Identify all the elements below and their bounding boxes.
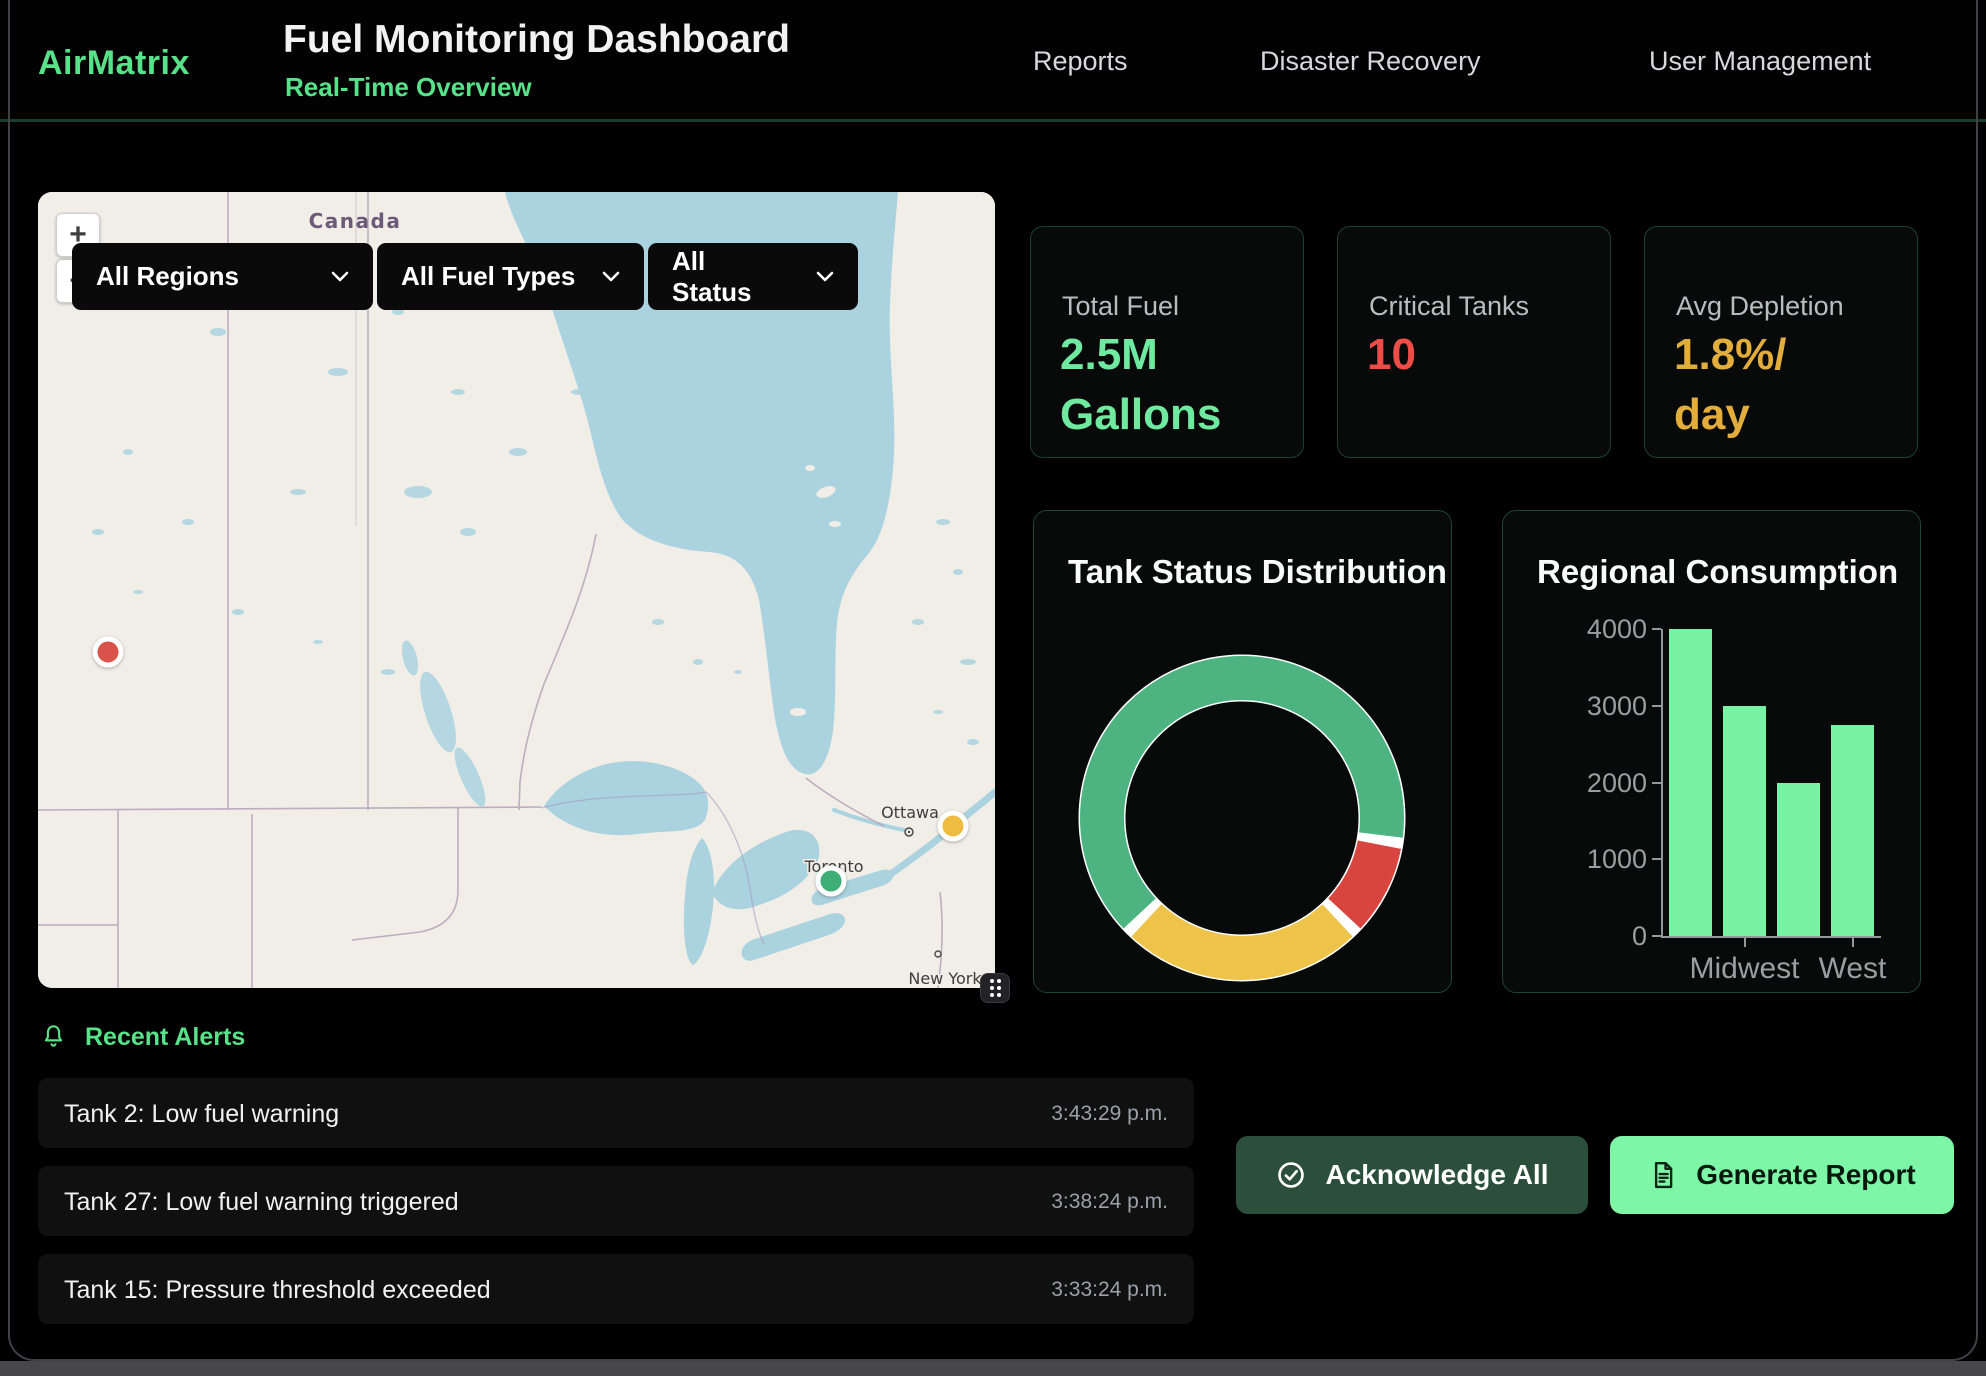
- nav-item-reports[interactable]: Reports: [1033, 46, 1128, 77]
- map-marker-critical[interactable]: [93, 637, 124, 668]
- map-filter-bar: All Regions All Fuel Types All Status: [72, 243, 858, 310]
- fuel-monitoring-dashboard: AirMatrix Fuel Monitoring Dashboard Real…: [0, 0, 1986, 1376]
- stat-value-avg-depletion: 1.8%/day: [1674, 325, 1787, 445]
- alert-timestamp: 3:43:29 p.m.: [1051, 1102, 1168, 1126]
- map-marker-normal[interactable]: [816, 866, 847, 897]
- regional-consumption-card: Regional Consumption 01000200030004000Mi…: [1502, 510, 1921, 993]
- bar-west[interactable]: [1831, 725, 1874, 936]
- alert-message: Tank 2: Low fuel warning: [64, 1100, 339, 1129]
- alert-message: Tank 27: Low fuel warning triggered: [64, 1188, 459, 1217]
- map-marker-warning[interactable]: [938, 811, 969, 842]
- alert-timestamp: 3:38:24 p.m.: [1051, 1190, 1168, 1214]
- stat-card-avg-depletion: Avg Depletion 1.8%/day: [1644, 226, 1918, 458]
- page-subtitle: Real-Time Overview: [285, 72, 532, 103]
- generate-report-button[interactable]: Generate Report: [1610, 1136, 1954, 1214]
- stat-card-critical-tanks: Critical Tanks 10: [1337, 226, 1611, 458]
- nav-item-user-management[interactable]: User Management: [1649, 46, 1871, 77]
- x-axis-line: [1661, 936, 1881, 938]
- city-label-new-york: New York: [908, 969, 982, 988]
- stat-card-total-fuel: Total Fuel 2.5MGallons: [1030, 226, 1304, 458]
- fuel-type-filter-dropdown[interactable]: All Fuel Types: [377, 243, 644, 310]
- stat-value-critical-tanks: 10: [1367, 325, 1416, 385]
- alert-message: Tank 15: Pressure threshold exceeded: [64, 1276, 491, 1305]
- x-axis-tick: [1744, 938, 1746, 947]
- bar-south[interactable]: [1777, 783, 1820, 937]
- stat-value-total-fuel: 2.5MGallons: [1060, 325, 1221, 445]
- y-axis-line: [1661, 629, 1663, 938]
- bar-northeast[interactable]: [1669, 629, 1712, 936]
- y-axis-tick-label: 2000: [1545, 768, 1647, 799]
- region-filter-value: All Regions: [96, 261, 239, 292]
- bottom-bar: [0, 1361, 1986, 1376]
- alert-timestamp: 3:33:24 p.m.: [1051, 1278, 1168, 1302]
- alert-row[interactable]: Tank 27: Low fuel warning triggered 3:38…: [38, 1166, 1194, 1236]
- nav-item-disaster-recovery[interactable]: Disaster Recovery: [1260, 46, 1481, 77]
- alert-row[interactable]: Tank 2: Low fuel warning 3:43:29 p.m.: [38, 1078, 1194, 1148]
- y-axis-tick: [1652, 858, 1661, 860]
- country-label-canada: Canada: [309, 209, 402, 233]
- stat-label: Avg Depletion: [1676, 291, 1844, 322]
- chevron-down-icon: [305, 271, 349, 282]
- y-axis-tick: [1652, 705, 1661, 707]
- acknowledge-all-button[interactable]: Acknowledge All: [1236, 1136, 1588, 1214]
- top-navigation-bar: AirMatrix Fuel Monitoring Dashboard Real…: [0, 0, 1986, 122]
- chevron-down-icon: [790, 271, 834, 282]
- y-axis-tick-label: 1000: [1545, 844, 1647, 875]
- y-axis-tick: [1652, 628, 1661, 630]
- y-axis-tick: [1652, 935, 1661, 937]
- x-axis-tick-label: West: [1778, 952, 1922, 986]
- basemap-canada: Canada Ottawa Toronto New York: [38, 192, 995, 988]
- fuel-type-filter-value: All Fuel Types: [401, 261, 575, 292]
- page-title: Fuel Monitoring Dashboard: [283, 18, 790, 62]
- recent-alerts-title: Recent Alerts: [85, 1023, 245, 1052]
- y-axis-tick: [1652, 782, 1661, 784]
- y-axis-tick-label: 4000: [1545, 614, 1647, 645]
- fuel-tank-map[interactable]: Canada Ottawa Toronto New York − + All R…: [38, 192, 995, 988]
- city-label-ottawa: Ottawa: [881, 803, 939, 822]
- map-resize-grip-icon[interactable]: [980, 973, 1010, 1003]
- tank-status-distribution-card: Tank Status Distribution: [1033, 510, 1452, 993]
- check-circle-icon: [1275, 1159, 1307, 1191]
- y-axis-tick-label: 3000: [1545, 691, 1647, 722]
- status-filter-value: All Status: [672, 246, 790, 308]
- stat-label: Critical Tanks: [1369, 291, 1529, 322]
- chevron-down-icon: [576, 271, 620, 282]
- recent-alerts-header: Recent Alerts: [40, 1022, 245, 1052]
- x-axis-tick: [1852, 938, 1854, 947]
- document-icon: [1648, 1160, 1678, 1190]
- acknowledge-all-label: Acknowledge All: [1325, 1159, 1548, 1191]
- bar-midwest[interactable]: [1723, 706, 1766, 936]
- y-axis-tick-label: 0: [1545, 921, 1647, 952]
- tank-status-donut-chart[interactable]: [1034, 511, 1452, 993]
- generate-report-label: Generate Report: [1696, 1159, 1915, 1191]
- alert-row[interactable]: Tank 15: Pressure threshold exceeded 3:3…: [38, 1254, 1194, 1324]
- bell-icon: [40, 1022, 67, 1052]
- region-filter-dropdown[interactable]: All Regions: [72, 243, 373, 310]
- regional-consumption-bar-chart[interactable]: 01000200030004000MidwestWest: [1503, 511, 1921, 993]
- status-filter-dropdown[interactable]: All Status: [648, 243, 858, 310]
- stat-label: Total Fuel: [1062, 291, 1179, 322]
- brand-logo: AirMatrix: [38, 44, 190, 83]
